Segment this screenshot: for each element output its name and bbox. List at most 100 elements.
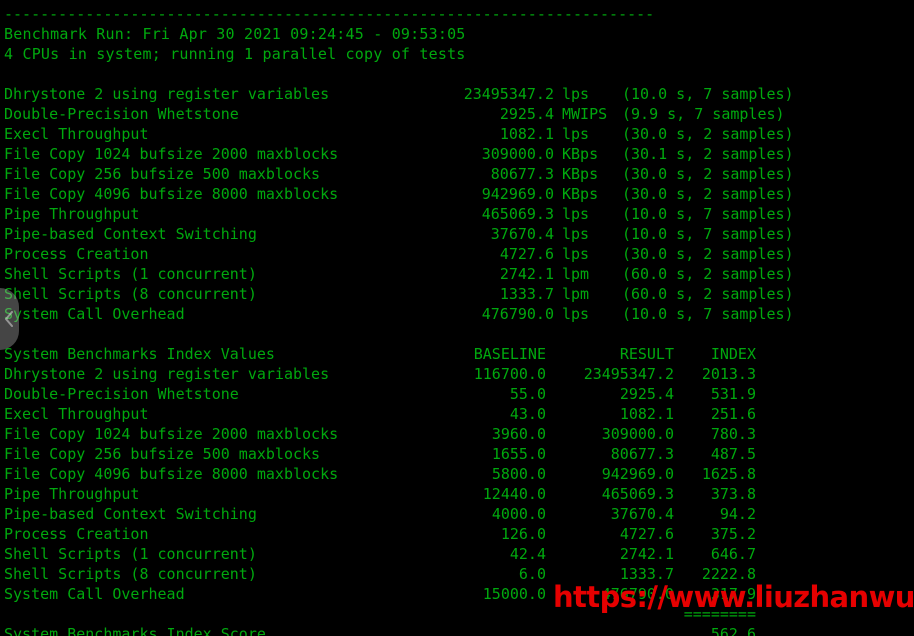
index-value-row: File Copy 256 bufsize 500 maxblocks 1655.… bbox=[4, 444, 914, 464]
benchmark-timing: (30.0 s, 2 samples) bbox=[622, 245, 794, 263]
benchmark-timing: (10.0 s, 7 samples) bbox=[622, 85, 794, 103]
benchmark-name: Pipe Throughput bbox=[4, 205, 140, 223]
index-index-value: 375.2 bbox=[710, 525, 756, 543]
sidebar-drag-handle[interactable] bbox=[0, 288, 19, 350]
index-baseline-value: 15000.0 bbox=[482, 585, 546, 603]
benchmark-value: 37670.4 bbox=[490, 225, 554, 243]
benchmark-result-row: Process Creation 4727.6 lps (30.0 s, 2 samp… bbox=[4, 244, 914, 264]
index-value-row: Shell Scripts (8 concurrent) 6.0 1333.7 222… bbox=[4, 564, 914, 584]
benchmark-timing: (30.1 s, 2 samples) bbox=[622, 145, 794, 163]
index-value-row: Pipe Throughput 12440.0 465069.3 373.8 bbox=[4, 484, 914, 504]
index-benchmark-name: Shell Scripts (8 concurrent) bbox=[4, 565, 257, 583]
index-index-value: 487.5 bbox=[710, 445, 756, 463]
benchmark-unit: lps bbox=[562, 205, 590, 223]
benchmark-timing: (9.9 s, 7 samples) bbox=[622, 105, 785, 123]
index-benchmark-name: File Copy 256 bufsize 500 maxblocks bbox=[4, 445, 321, 463]
benchmark-name: File Copy 4096 bufsize 8000 maxblocks bbox=[4, 185, 339, 203]
benchmark-unit: KBps bbox=[562, 165, 599, 183]
benchmark-value: 80677.3 bbox=[490, 165, 554, 183]
index-result-value: 4727.6 bbox=[619, 525, 674, 543]
index-index-value: 780.3 bbox=[710, 425, 756, 443]
benchmark-result-row: Double-Precision Whetstone 2925.4 MWIPS (9.… bbox=[4, 104, 914, 124]
index-result-value: 37670.4 bbox=[610, 505, 674, 523]
benchmark-timing: (60.0 s, 2 samples) bbox=[622, 265, 794, 283]
benchmark-value: 4727.6 bbox=[499, 245, 554, 263]
benchmark-value: 465069.3 bbox=[481, 205, 554, 223]
index-result-value: 942969.0 bbox=[601, 465, 674, 483]
benchmark-unit: lps bbox=[562, 85, 590, 103]
benchmark-result-row: Execl Throughput 1082.1 lps (30.0 s, 2 samp… bbox=[4, 124, 914, 144]
index-score-label: System Benchmarks Index Score bbox=[4, 625, 266, 636]
benchmark-unit: lps bbox=[562, 305, 590, 323]
index-result-value: 23495347.2 bbox=[583, 365, 674, 383]
index-result-value: 1333.7 bbox=[619, 565, 674, 583]
benchmark-value: 1333.7 bbox=[499, 285, 554, 303]
index-result-value: 465069.3 bbox=[601, 485, 674, 503]
index-value-row: File Copy 1024 bufsize 2000 maxblocks 396… bbox=[4, 424, 914, 444]
index-benchmark-name: File Copy 4096 bufsize 8000 maxblocks bbox=[4, 465, 339, 483]
score-spacer bbox=[436, 624, 674, 636]
index-result-value: 2742.1 bbox=[619, 545, 674, 563]
index-index-value: 251.6 bbox=[710, 405, 756, 423]
benchmark-timing: (10.0 s, 7 samples) bbox=[622, 225, 794, 243]
benchmark-unit: lps bbox=[562, 225, 590, 243]
index-baseline-value: 1655.0 bbox=[491, 445, 546, 463]
index-result-value: 80677.3 bbox=[610, 445, 674, 463]
benchmark-timing: (30.0 s, 2 samples) bbox=[622, 185, 794, 203]
index-value-row: Process Creation 126.0 4727.6 375.2 bbox=[4, 524, 914, 544]
benchmark-value: 309000.0 bbox=[481, 145, 554, 163]
index-result-value: 2925.4 bbox=[619, 385, 674, 403]
index-index-value: 2222.8 bbox=[701, 565, 756, 583]
benchmark-value: 2742.1 bbox=[499, 265, 554, 283]
benchmark-unit: lpm bbox=[562, 265, 590, 283]
index-benchmark-name: Shell Scripts (1 concurrent) bbox=[4, 545, 257, 563]
index-baseline-value: 4000.0 bbox=[491, 505, 546, 523]
column-header-index: INDEX bbox=[710, 345, 756, 363]
index-baseline-value: 43.0 bbox=[509, 405, 546, 423]
index-baseline-value: 55.0 bbox=[509, 385, 546, 403]
benchmark-result-row: File Copy 4096 bufsize 8000 maxblocks 942… bbox=[4, 184, 914, 204]
index-value-row: System Call Overhead 15000.0 476790.0 317.9 bbox=[4, 584, 914, 604]
benchmark-unit: MWIPS bbox=[562, 105, 608, 123]
benchmark-result-row: System Call Overhead 476790.0 lps (10.0 s, … bbox=[4, 304, 914, 324]
benchmark-timing: (10.0 s, 7 samples) bbox=[622, 205, 794, 223]
benchmark-name: Execl Throughput bbox=[4, 125, 149, 143]
index-baseline-value: 126.0 bbox=[500, 525, 546, 543]
cpu-info-line: 4 CPUs in system; running 1 parallel cop… bbox=[4, 45, 466, 63]
column-header-result: RESULT bbox=[619, 345, 674, 363]
index-table-header: System Benchmarks Index Values BASELINE … bbox=[4, 344, 914, 364]
benchmark-timing: (30.0 s, 2 samples) bbox=[622, 125, 794, 143]
index-index-value: 646.7 bbox=[710, 545, 756, 563]
index-value-row: Double-Precision Whetstone 55.0 2925.4 531.… bbox=[4, 384, 914, 404]
benchmark-name: Pipe-based Context Switching bbox=[4, 225, 257, 243]
benchmark-value: 476790.0 bbox=[481, 305, 554, 323]
column-header-baseline: BASELINE bbox=[473, 345, 546, 363]
benchmark-result-row: Dhrystone 2 using register variables 2349… bbox=[4, 84, 914, 104]
benchmark-unit: KBps bbox=[562, 145, 599, 163]
index-benchmark-name: Pipe-based Context Switching bbox=[4, 505, 257, 523]
index-benchmark-name: Pipe Throughput bbox=[4, 485, 140, 503]
index-value-row: Execl Throughput 43.0 1082.1 251.6 bbox=[4, 404, 914, 424]
index-score-row: System Benchmarks Index Score 562.6 bbox=[4, 624, 914, 636]
separator-spacer bbox=[4, 604, 674, 624]
index-benchmark-name: Execl Throughput bbox=[4, 405, 149, 423]
benchmark-timing: (30.0 s, 2 samples) bbox=[622, 165, 794, 183]
index-index-value: 373.8 bbox=[710, 485, 756, 503]
benchmark-timing: (10.0 s, 7 samples) bbox=[622, 305, 794, 323]
index-result-value: 1082.1 bbox=[619, 405, 674, 423]
benchmark-unit: KBps bbox=[562, 185, 599, 203]
score-separator: ======== bbox=[683, 605, 756, 623]
benchmark-name: Double-Precision Whetstone bbox=[4, 105, 239, 123]
index-value-row: Shell Scripts (1 concurrent) 42.4 2742.1 64… bbox=[4, 544, 914, 564]
benchmark-value: 942969.0 bbox=[481, 185, 554, 203]
benchmark-unit: lpm bbox=[562, 285, 590, 303]
index-result-value: 309000.0 bbox=[601, 425, 674, 443]
benchmark-run-line: Benchmark Run: Fri Apr 30 2021 09:24:45 … bbox=[4, 25, 466, 43]
benchmark-result-row: Shell Scripts (8 concurrent) 1333.7 lpm (60… bbox=[4, 284, 914, 304]
benchmark-value: 2925.4 bbox=[499, 105, 554, 123]
index-index-value: 317.9 bbox=[710, 585, 756, 603]
index-baseline-value: 5800.0 bbox=[491, 465, 546, 483]
index-score-value: 562.6 bbox=[710, 625, 756, 636]
index-baseline-value: 116700.0 bbox=[473, 365, 546, 383]
index-index-value: 531.9 bbox=[710, 385, 756, 403]
